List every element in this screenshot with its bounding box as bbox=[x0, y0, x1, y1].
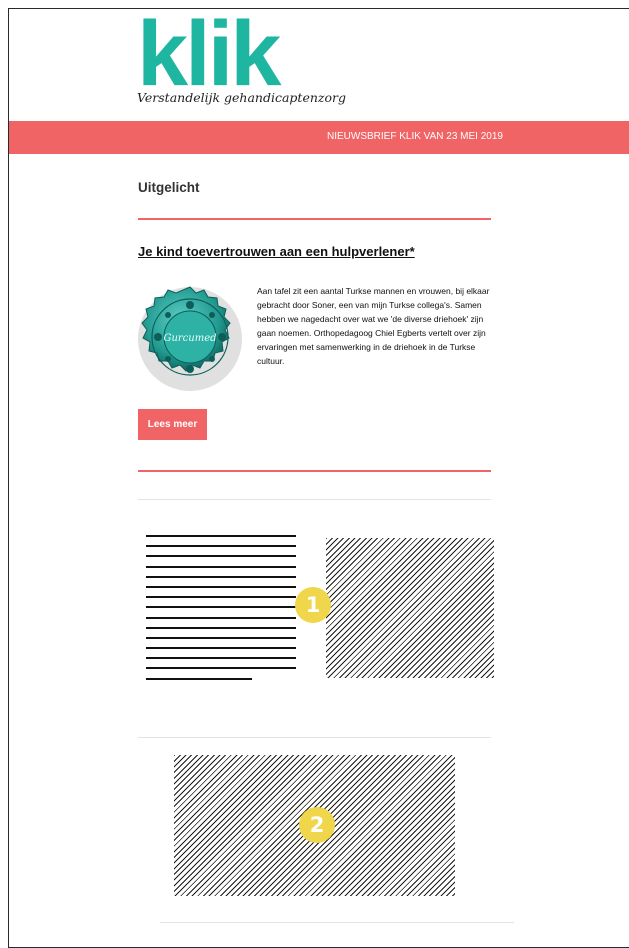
image-placeholder bbox=[326, 538, 494, 678]
content-divider bbox=[138, 499, 491, 500]
placeholder-badge-1: 1 bbox=[295, 587, 331, 623]
article-summary: Aan tafel zit een aantal Turkse mannen e… bbox=[257, 286, 490, 366]
plate-text: Gurcumed bbox=[163, 333, 216, 344]
article-title-link[interactable]: Je kind toevertrouwen aan een hulpverlen… bbox=[138, 244, 415, 259]
section-divider bbox=[138, 218, 491, 220]
logo-wordmark: klik bbox=[137, 3, 281, 105]
decorative-plate-icon: Gurcumed bbox=[136, 283, 244, 391]
brand-logo: klik Verstandelijk gehandicaptenzorg bbox=[137, 3, 346, 105]
article-divider bbox=[138, 470, 491, 472]
read-more-button[interactable]: Lees meer bbox=[138, 409, 207, 440]
placeholder-badge-2: 2 bbox=[299, 807, 335, 843]
logo-tagline: Verstandelijk gehandicaptenzorg bbox=[137, 90, 346, 105]
content-divider-2 bbox=[138, 737, 491, 738]
newsletter-banner: NIEUWSBRIEF KLIK VAN 23 MEI 2019 bbox=[9, 121, 629, 154]
text-placeholder bbox=[146, 535, 296, 688]
section-title: Uitgelicht bbox=[138, 180, 200, 195]
footer-divider bbox=[160, 922, 514, 923]
banner-title: NIEUWSBRIEF KLIK VAN 23 MEI 2019 bbox=[327, 131, 503, 142]
